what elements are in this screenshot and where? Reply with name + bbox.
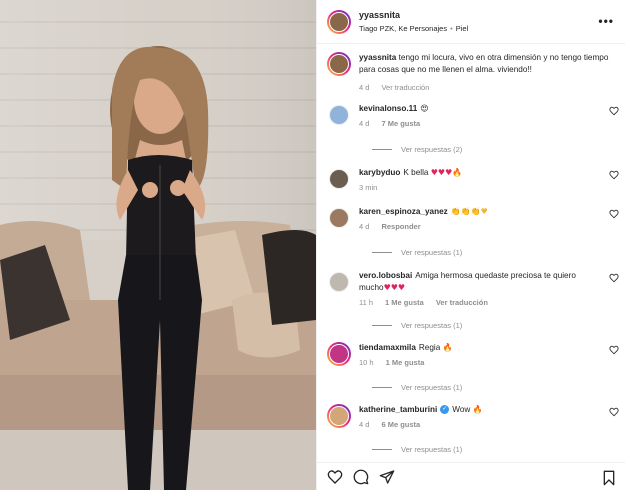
comment-meta: 4 d 6 Me gusta <box>359 419 604 431</box>
comment-avatar[interactable] <box>327 167 351 191</box>
comment-likes[interactable]: 6 Me gusta <box>381 419 420 431</box>
post-header: yyassnita Tiago PZK, Ke Personajes • Pie… <box>317 0 625 44</box>
caption-meta: 4 d Ver traducción <box>359 82 614 94</box>
author-avatar[interactable] <box>327 9 351 34</box>
instagram-post: yyassnita Tiago PZK, Ke Personajes • Pie… <box>0 0 625 490</box>
comment-time: 3 min <box>359 183 378 192</box>
post-photo[interactable] <box>0 0 316 490</box>
comment-like-heart-icon[interactable] <box>609 106 619 116</box>
separator: • <box>450 23 453 33</box>
comment-meta: 4 d 7 Me gusta <box>359 118 604 130</box>
caption-text: tengo mi locura, vivo en otra dimensión … <box>359 53 609 74</box>
view-replies-label: Ver respuestas (1) <box>401 248 463 257</box>
audio-link[interactable]: Tiago PZK, Ke Personajes <box>359 22 447 35</box>
view-replies-label: Ver respuestas (1) <box>401 445 463 454</box>
comment-body: karybyduo K bella ♥♥♥🔥 3 min <box>359 167 604 194</box>
share-icon[interactable] <box>379 469 395 485</box>
post-panel: yyassnita Tiago PZK, Ke Personajes • Pie… <box>316 0 625 490</box>
comment-time: 4 d <box>359 420 370 429</box>
heart-icon[interactable] <box>327 469 343 485</box>
comment-item: karen_espinoza_yanez 👏👏👏♥ 4 d Responder <box>327 206 625 233</box>
comment-body: tiendamaxmila Regia 🔥 10 h 1 Me gusta <box>359 342 604 369</box>
caption-username[interactable]: yyassnita <box>359 53 396 62</box>
caption-translate[interactable]: Ver traducción <box>381 82 429 94</box>
caption: yyassnita tengo mi locura, vivo en otra … <box>327 52 619 94</box>
comment-like-heart-icon[interactable] <box>609 170 619 180</box>
view-replies-button[interactable]: Ver respuestas (2) <box>372 145 462 154</box>
comment-likes[interactable]: 1 Me gusta <box>386 357 425 369</box>
comment-username[interactable]: katherine_tamburini <box>359 405 437 414</box>
comment-body: vero.lobosbai Amiga hermosa quedaste prec… <box>359 270 604 309</box>
comment-like-heart-icon[interactable] <box>609 273 619 283</box>
comment-time: 11 h <box>359 298 374 307</box>
view-replies-button[interactable]: Ver respuestas (1) <box>372 248 462 257</box>
comment-avatar[interactable] <box>327 270 351 294</box>
comment-meta: 11 h 1 Me gusta Ver traducción <box>359 297 604 309</box>
comment-text: K bella <box>403 168 429 177</box>
comment-translate[interactable]: Ver traducción <box>436 297 488 309</box>
header-subline: Tiago PZK, Ke Personajes • Piel <box>359 22 468 35</box>
comment-emoji: ♥♥♥🔥 <box>430 168 463 177</box>
comment-item: kevinalonso.11 😍 4 d 7 Me gusta <box>327 103 625 130</box>
caption-avatar[interactable] <box>327 52 351 76</box>
comment-like-heart-icon[interactable] <box>609 407 619 417</box>
comment-item: katherine_tamburini ✓ Wow 🔥 4 d 6 Me gusta <box>327 404 625 431</box>
comment-like-heart-icon[interactable] <box>609 209 619 219</box>
author-username[interactable]: yyassnita <box>359 9 468 22</box>
view-replies-button[interactable]: Ver respuestas (1) <box>372 321 462 330</box>
comment-body: katherine_tamburini ✓ Wow 🔥 4 d 6 Me gusta <box>359 404 604 431</box>
comment-item: vero.lobosbai Amiga hermosa quedaste prec… <box>327 270 625 309</box>
comment-username[interactable]: kevinalonso.11 <box>359 104 417 113</box>
comment-like-heart-icon[interactable] <box>609 345 619 355</box>
comment-body: kevinalonso.11 😍 4 d 7 Me gusta <box>359 103 604 130</box>
comment-username[interactable]: tiendamaxmila <box>359 343 416 352</box>
view-replies-button[interactable]: Ver respuestas (1) <box>372 383 462 392</box>
comment-emoji: 🔥 <box>472 405 483 414</box>
comment-item: karybyduo K bella ♥♥♥🔥 3 min <box>327 167 625 194</box>
comment-likes[interactable]: 1 Me gusta <box>385 297 424 309</box>
caption-time: 4 d <box>359 83 370 92</box>
comment-avatar[interactable] <box>327 103 351 127</box>
comment-avatar[interactable] <box>327 342 351 366</box>
post-image <box>0 0 316 490</box>
comment-time: 4 d <box>359 119 370 128</box>
comment-username[interactable]: karen_espinoza_yanez <box>359 207 448 216</box>
comment-text: Wow <box>452 405 471 414</box>
view-replies-label: Ver respuestas (1) <box>401 383 463 392</box>
view-replies-button[interactable]: Ver respuestas (1) <box>372 445 462 454</box>
comment-username[interactable]: karybyduo <box>359 168 400 177</box>
comment-likes[interactable]: 7 Me gusta <box>381 118 420 130</box>
comment-username[interactable]: vero.lobosbai <box>359 271 412 280</box>
comment-meta: 4 d Responder <box>359 221 604 233</box>
action-bar <box>317 462 625 490</box>
comment-icon[interactable] <box>353 469 369 485</box>
more-options-icon[interactable]: ••• <box>598 14 614 28</box>
verified-badge-icon: ✓ <box>440 405 450 415</box>
comment-emoji: 👏👏👏♥ <box>450 207 488 216</box>
view-replies-label: Ver respuestas (2) <box>401 145 463 154</box>
filter-name[interactable]: Piel <box>456 22 469 35</box>
comment-body: karen_espinoza_yanez 👏👏👏♥ 4 d Responder <box>359 206 604 233</box>
comment-text: Regia <box>418 343 441 352</box>
comment-emoji: 😍 <box>420 104 429 113</box>
comment-emoji: ♥♥♥ <box>383 283 406 292</box>
comment-time: 4 d <box>359 222 370 231</box>
comment-emoji: 🔥 <box>442 343 453 352</box>
header-meta: yyassnita Tiago PZK, Ke Personajes • Pie… <box>359 9 468 35</box>
comment-meta: 3 min <box>359 182 604 194</box>
comment-avatar[interactable] <box>327 404 351 428</box>
caption-body: yyassnita tengo mi locura, vivo en otra … <box>359 52 614 94</box>
comment-reply[interactable]: Responder <box>381 221 420 233</box>
comment-meta: 10 h 1 Me gusta <box>359 357 604 369</box>
comment-time: 10 h <box>359 358 374 367</box>
view-replies-label: Ver respuestas (1) <box>401 321 463 330</box>
comment-item: tiendamaxmila Regia 🔥 10 h 1 Me gusta <box>327 342 625 369</box>
bookmark-icon[interactable] <box>602 470 616 486</box>
comment-avatar[interactable] <box>327 206 351 230</box>
